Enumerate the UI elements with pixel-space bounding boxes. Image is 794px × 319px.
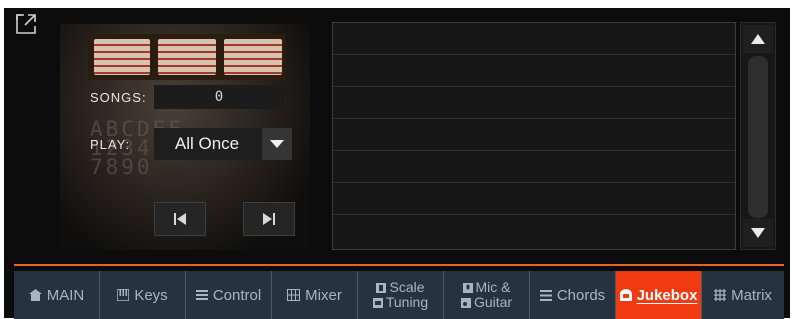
tab-main[interactable]: MAIN	[14, 271, 100, 319]
tab-jukebox[interactable]: Jukebox	[616, 271, 702, 319]
tab-label: Matrix	[731, 286, 772, 304]
accent-divider	[14, 264, 784, 266]
play-label: PLAY:	[90, 137, 131, 152]
tuning-icon	[372, 297, 383, 308]
previous-song-button[interactable]	[154, 202, 206, 236]
tab-label-second-line: Guitar	[473, 294, 513, 310]
tab-label: Keys	[134, 286, 168, 304]
tab-control[interactable]: Control	[186, 271, 272, 319]
tab-label: Mixer	[305, 286, 342, 304]
tab-scale-tuning[interactable]: Scale Tuning	[358, 271, 444, 319]
scroll-up-button[interactable]	[743, 25, 773, 53]
tab-label: Control	[212, 286, 262, 304]
scroll-thumb[interactable]	[748, 56, 768, 218]
next-song-button[interactable]	[243, 202, 295, 236]
song-row[interactable]	[333, 151, 735, 183]
bottom-tab-bar: MAIN Keys Control Mixer Scale Tuning Mic…	[14, 271, 784, 319]
song-row[interactable]	[333, 183, 735, 215]
songs-label: SONGS:	[90, 90, 147, 105]
song-row[interactable]	[333, 23, 735, 55]
keys-icon	[117, 289, 130, 301]
record-cards-image	[88, 34, 286, 80]
control-icon	[195, 290, 208, 300]
arrow-up-icon	[751, 34, 765, 44]
tab-mic-guitar[interactable]: Mic & Guitar	[444, 271, 530, 319]
chords-icon	[539, 289, 552, 301]
mixer-icon	[287, 289, 301, 301]
skip-next-icon	[263, 213, 275, 225]
play-mode-value: All Once	[174, 134, 240, 153]
play-mode-select[interactable]: All Once	[154, 128, 292, 160]
song-row[interactable]	[333, 215, 735, 247]
song-row[interactable]	[333, 87, 735, 119]
song-row[interactable]	[333, 119, 735, 151]
tab-label: Jukebox	[636, 286, 698, 304]
tab-chords[interactable]: Chords	[530, 271, 616, 319]
matrix-icon	[714, 289, 727, 301]
tab-label: Chords	[556, 286, 606, 304]
tab-label: Mic &	[475, 279, 511, 295]
skip-previous-icon	[174, 213, 186, 225]
scale-icon	[376, 282, 387, 293]
chevron-down-icon[interactable]	[262, 128, 292, 160]
mic-icon	[462, 282, 473, 293]
song-list-scrollbar[interactable]	[740, 22, 776, 250]
song-list[interactable]	[332, 22, 736, 250]
song-row[interactable]	[333, 55, 735, 87]
scroll-down-button[interactable]	[743, 219, 773, 247]
home-icon	[28, 289, 42, 301]
tab-label: Scale	[389, 279, 425, 295]
arrow-down-icon	[751, 228, 765, 238]
tab-label-second-line: Tuning	[385, 294, 429, 310]
guitar-icon	[460, 297, 471, 308]
jukebox-icon	[619, 289, 632, 301]
songs-count: 0	[154, 85, 284, 109]
tab-label: MAIN	[46, 286, 85, 304]
tab-mixer[interactable]: Mixer	[272, 271, 358, 319]
tab-keys[interactable]: Keys	[100, 271, 186, 319]
tab-matrix[interactable]: Matrix	[702, 271, 784, 319]
expand-icon[interactable]	[14, 12, 38, 36]
